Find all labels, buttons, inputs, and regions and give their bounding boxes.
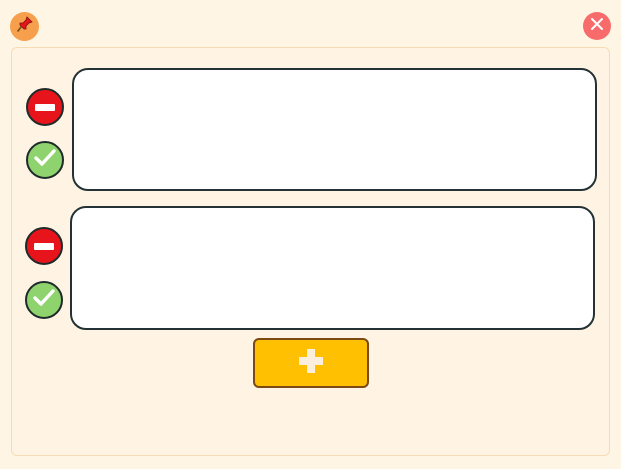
note-input[interactable] — [72, 68, 597, 191]
remove-note-button[interactable] — [25, 227, 63, 265]
note-input[interactable] — [70, 206, 595, 330]
minus-icon — [34, 242, 54, 250]
pushpin-icon — [16, 15, 34, 38]
minus-icon — [35, 103, 55, 111]
close-button[interactable] — [583, 12, 611, 40]
checkmark-icon — [32, 288, 56, 313]
add-note-button[interactable] — [253, 338, 369, 388]
remove-note-button[interactable] — [26, 88, 64, 126]
plus-icon — [297, 347, 325, 380]
pin-button[interactable] — [10, 12, 39, 41]
close-icon — [590, 17, 604, 36]
sticky-notes-window — [0, 0, 621, 469]
confirm-note-button[interactable] — [25, 281, 63, 319]
confirm-note-button[interactable] — [26, 141, 64, 179]
checkmark-icon — [33, 148, 57, 173]
